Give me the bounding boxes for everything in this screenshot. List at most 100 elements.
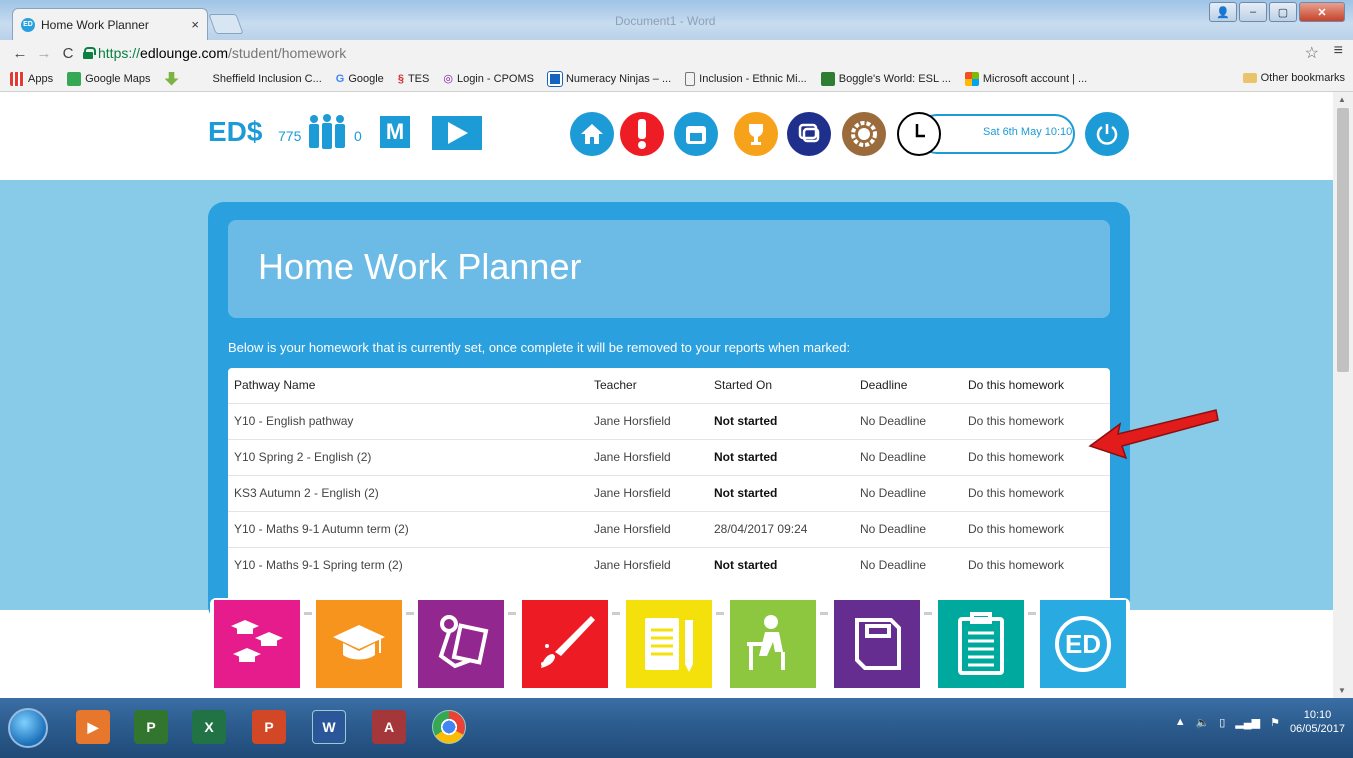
eds-balance: 775: [278, 128, 302, 144]
other-bookmarks[interactable]: Other bookmarks: [1242, 72, 1345, 84]
bookmark-tes[interactable]: § TES: [398, 73, 430, 85]
calendar-glyph-icon: [686, 126, 706, 144]
paintbrush-tile[interactable]: [522, 600, 608, 688]
app-glyph: P: [146, 719, 156, 735]
book-icon: [855, 618, 901, 670]
deadline: No Deadline: [854, 474, 962, 511]
app-glyph: P: [264, 719, 274, 735]
signal-icon[interactable]: ▂▄▆: [1235, 716, 1260, 729]
graduates-tile[interactable]: [214, 600, 300, 688]
tray-expand-icon[interactable]: ▲: [1175, 716, 1186, 728]
new-tab-button[interactable]: [208, 14, 244, 34]
bookmark-sheffield[interactable]: Sheffield Inclusion C...: [213, 73, 322, 85]
excel-taskbar-icon[interactable]: X: [192, 710, 226, 744]
people-icon[interactable]: [306, 114, 348, 150]
started-on: Not started: [708, 474, 854, 511]
microsoft-logo-icon: [964, 71, 979, 86]
bookmark-microsoft[interactable]: Microsoft account | ...: [964, 71, 1087, 86]
download-arrow-icon: [164, 71, 179, 86]
bookmark-boggles-world[interactable]: Boggle's World: ESL ...: [820, 71, 951, 86]
logout-power-icon[interactable]: [1085, 112, 1129, 156]
bookmark-label: Numeracy Ninjas – ...: [565, 72, 672, 85]
trophy-icon[interactable]: [734, 112, 778, 156]
access-taskbar-icon[interactable]: A: [372, 710, 406, 744]
reader-tile[interactable]: [418, 600, 504, 688]
menu-icon[interactable]: ≡: [1334, 42, 1343, 60]
do-homework-link[interactable]: Do this homework: [962, 474, 1110, 511]
bookmark-label: Google Maps: [85, 72, 151, 85]
scroll-up-icon[interactable]: ▲: [1338, 95, 1346, 104]
network-error-icon[interactable]: ⚑: [1270, 716, 1280, 729]
tile-separator: [1028, 612, 1036, 615]
app-glyph: X: [204, 719, 214, 735]
do-homework-link[interactable]: Do this homework: [962, 546, 1110, 583]
mortarboard-tile[interactable]: [316, 600, 402, 688]
back-icon[interactable]: ←: [10, 45, 30, 62]
tab-close-icon[interactable]: ×: [191, 17, 199, 32]
page-scrollbar[interactable]: ▲ ▼: [1333, 92, 1353, 698]
clock-datetime: Sat 6th May 10:10: [983, 126, 1073, 138]
browser-tab[interactable]: ED Home Work Planner ×: [12, 8, 208, 40]
background-window-title: Document1 - Word: [615, 14, 716, 28]
calendar-icon[interactable]: [674, 112, 718, 156]
pathway-name: Y10 - English pathway: [228, 402, 588, 439]
clipboard-tile[interactable]: [938, 600, 1024, 688]
tile-separator: [924, 612, 932, 615]
m-badge-icon[interactable]: M: [380, 116, 410, 148]
trophy-glyph-icon: [749, 124, 763, 145]
notepad-pencil-icon: [645, 618, 693, 672]
do-homework-link[interactable]: Do this homework: [962, 510, 1110, 547]
other-bookmarks-label: Other bookmarks: [1260, 72, 1345, 84]
page-title: Home Work Planner: [258, 246, 582, 287]
bookmark-google[interactable]: G Google: [336, 73, 384, 85]
ed-logo-tile[interactable]: ED: [1040, 600, 1126, 688]
desk-student-tile[interactable]: [730, 600, 816, 688]
chrome-taskbar-icon[interactable]: [432, 710, 466, 744]
media-player-taskbar-icon[interactable]: ▶: [76, 710, 110, 744]
grid-icon: [546, 70, 563, 87]
pathway-name: Y10 - Maths 9-1 Spring term (2): [228, 546, 588, 583]
column-header: Pathway Name: [234, 378, 316, 393]
table-row: Y10 - Maths 9-1 Spring term (2) Jane Hor…: [228, 546, 1110, 583]
project-taskbar-icon[interactable]: P: [134, 710, 168, 744]
reload-icon[interactable]: C: [58, 45, 78, 62]
alert-icon[interactable]: [620, 112, 664, 156]
mortarboard-icon: [333, 625, 385, 660]
forward-icon[interactable]: →: [34, 45, 54, 62]
tray-clock[interactable]: 10:10 06/05/2017: [1290, 708, 1345, 736]
url-input[interactable]: https://edlounge.com/student/homework: [82, 42, 1323, 64]
home-icon[interactable]: [570, 112, 614, 156]
scroll-down-icon[interactable]: ▼: [1338, 686, 1346, 695]
close-window-button[interactable]: ✕: [1299, 2, 1345, 22]
app-glyph: A: [383, 719, 395, 735]
start-button[interactable]: [8, 708, 48, 748]
bookmark-star-icon[interactable]: ☆: [1305, 43, 1319, 63]
maximize-button[interactable]: ▢: [1269, 2, 1297, 22]
graduates-icon: [231, 620, 283, 662]
scroll-thumb[interactable]: [1337, 108, 1349, 372]
powerpoint-taskbar-icon[interactable]: P: [252, 710, 286, 744]
bookmark-cpoms[interactable]: ◎ Login - CPOMS: [443, 72, 534, 86]
word-taskbar-icon[interactable]: W: [312, 710, 346, 744]
homework-table: Pathway Name Teacher Started On Deadline…: [228, 368, 1110, 618]
video-play-icon[interactable]: [432, 116, 482, 150]
bookmark-numeracy-ninjas[interactable]: Numeracy Ninjas – ...: [546, 70, 672, 87]
ed-logo-icon: ED: [1055, 616, 1111, 672]
battery-icon[interactable]: ▯: [1219, 716, 1225, 729]
bookmark-apps[interactable]: Apps: [10, 71, 53, 86]
site-header: ED$ 775 0 M Sat 6th May 10:10: [0, 92, 1333, 180]
bookmark-inclusion[interactable]: Inclusion - Ethnic Mi...: [685, 71, 807, 86]
minimize-button[interactable]: –: [1239, 2, 1267, 22]
settings-gear-icon[interactable]: [842, 112, 886, 156]
book-tile[interactable]: [834, 600, 920, 688]
bookmark-google-maps[interactable]: Google Maps: [67, 71, 151, 86]
notepad-tile[interactable]: [626, 600, 712, 688]
messages-icon[interactable]: [787, 112, 831, 156]
table-header-row: Pathway Name Teacher Started On Deadline…: [228, 368, 1110, 403]
volume-icon[interactable]: 🔈: [1196, 716, 1210, 729]
pathway-name: Y10 - Maths 9-1 Autumn term (2): [228, 510, 588, 547]
user-icon[interactable]: 👤: [1209, 2, 1237, 22]
started-on: 28/04/2017 09:24: [708, 510, 854, 547]
teacher-name: Jane Horsfield: [588, 510, 708, 547]
bookmark-download[interactable]: [164, 71, 183, 86]
